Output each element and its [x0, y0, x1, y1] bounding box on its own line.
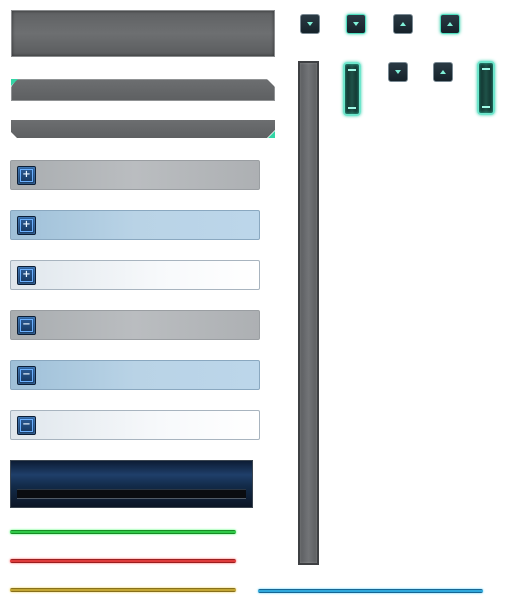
- panel-header-beveled: [11, 79, 275, 101]
- scrollbar-track[interactable]: [298, 61, 319, 565]
- plus-icon: +: [20, 168, 33, 182]
- scroll-up-button-small[interactable]: [433, 62, 453, 82]
- panel-background: [11, 10, 275, 57]
- scroll-down-button[interactable]: [300, 14, 320, 34]
- scrollbar-thumb[interactable]: [343, 62, 361, 116]
- accordion-row-white-expanded[interactable]: −: [10, 410, 260, 440]
- arrow-up-icon: [400, 22, 406, 26]
- status-line-green: [10, 530, 236, 534]
- panel-footer-beveled: [11, 120, 275, 138]
- minus-icon: −: [20, 418, 33, 432]
- accordion-row-white-collapsed[interactable]: +: [10, 260, 260, 290]
- dark-header-bar: [10, 460, 253, 508]
- grip-bottom-icon: [348, 107, 356, 109]
- status-line-yellow: [10, 588, 236, 592]
- plus-icon: +: [20, 268, 33, 282]
- expand-button[interactable]: +: [17, 265, 36, 285]
- scrollbar-thumb-alt[interactable]: [477, 61, 495, 115]
- grip-top-icon: [482, 68, 490, 70]
- arrow-up-icon: [440, 70, 446, 74]
- accordion-row-gray-collapsed[interactable]: +: [10, 160, 260, 190]
- minus-icon: −: [20, 318, 33, 332]
- grip-bottom-icon: [482, 106, 490, 108]
- arrow-up-icon: [447, 22, 453, 26]
- collapse-button[interactable]: −: [17, 315, 36, 335]
- collapse-button[interactable]: −: [17, 415, 36, 435]
- plus-icon: +: [20, 218, 33, 232]
- scroll-down-button-hover[interactable]: [346, 14, 366, 34]
- status-line-red: [10, 559, 236, 563]
- accordion-row-blue-collapsed[interactable]: +: [10, 210, 260, 240]
- collapse-button[interactable]: −: [17, 365, 36, 385]
- expand-button[interactable]: +: [17, 215, 36, 235]
- scroll-down-button-small[interactable]: [388, 62, 408, 82]
- status-line-blue: [258, 589, 483, 593]
- arrow-down-icon: [353, 22, 359, 26]
- minus-icon: −: [20, 368, 33, 382]
- expand-button[interactable]: +: [17, 165, 36, 185]
- scroll-up-button[interactable]: [393, 14, 413, 34]
- scroll-up-button-hover[interactable]: [440, 14, 460, 34]
- grip-top-icon: [348, 69, 356, 71]
- accordion-row-blue-expanded[interactable]: −: [10, 360, 260, 390]
- dark-header-inner-slot: [17, 489, 246, 499]
- accordion-row-gray-expanded[interactable]: −: [10, 310, 260, 340]
- arrow-down-icon: [307, 22, 313, 26]
- arrow-down-icon: [395, 70, 401, 74]
